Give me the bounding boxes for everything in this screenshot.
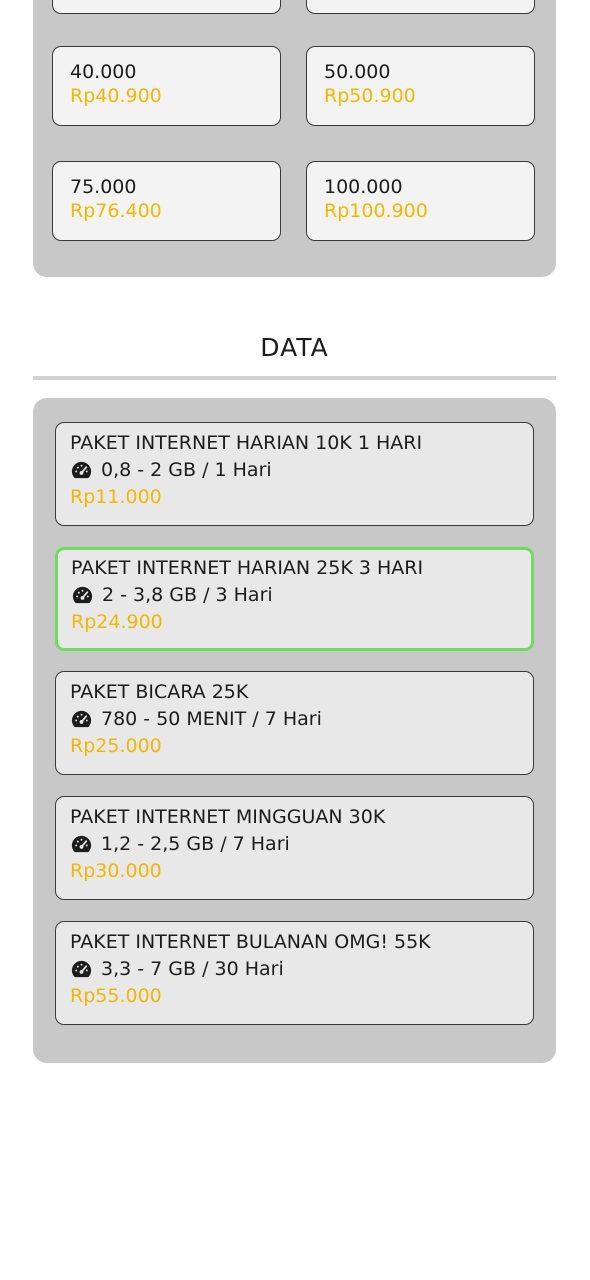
package-quota: 3,3 - 7 GB / 30 Hari bbox=[101, 958, 284, 980]
pulsa-nominal: 100.000 bbox=[324, 176, 403, 198]
pulsa-nominal: 75.000 bbox=[70, 176, 137, 198]
package-card[interactable]: PAKET INTERNET BULANAN OMG! 55K 3,3 - 7 … bbox=[55, 921, 534, 1025]
speedometer-icon bbox=[71, 835, 92, 853]
package-price: Rp55.000 bbox=[70, 985, 162, 1007]
speedometer-icon bbox=[72, 586, 93, 604]
pulsa-price: Rp76.400 bbox=[70, 200, 162, 222]
pulsa-nominal: 40.000 bbox=[70, 61, 137, 83]
pulsa-price: Rp50.900 bbox=[324, 85, 416, 107]
package-price: Rp30.000 bbox=[70, 860, 162, 882]
package-name: PAKET INTERNET HARIAN 25K 3 HARI bbox=[71, 557, 424, 579]
package-quota: 2 - 3,8 GB / 3 Hari bbox=[102, 584, 273, 606]
package-price: Rp24.900 bbox=[71, 611, 163, 633]
pulsa-card-partial-left[interactable] bbox=[52, 0, 281, 14]
pulsa-card[interactable]: 50.000 Rp50.900 bbox=[306, 46, 535, 126]
pulsa-card-partial-right[interactable] bbox=[306, 0, 535, 14]
package-quota-row: 0,8 - 2 GB / 1 Hari bbox=[70, 457, 533, 484]
pulsa-price: Rp100.900 bbox=[324, 200, 428, 222]
package-card[interactable]: PAKET BICARA 25K 780 - 50 MENIT / 7 Hari… bbox=[55, 671, 534, 775]
pulsa-price: Rp40.900 bbox=[70, 85, 162, 107]
package-name: PAKET INTERNET HARIAN 10K 1 HARI bbox=[70, 432, 423, 454]
package-price: Rp25.000 bbox=[70, 735, 162, 757]
package-price: Rp11.000 bbox=[70, 486, 162, 508]
speedometer-icon bbox=[71, 461, 92, 479]
speedometer-icon bbox=[71, 710, 92, 728]
package-quota: 780 - 50 MENIT / 7 Hari bbox=[101, 708, 322, 730]
package-card[interactable]: PAKET INTERNET HARIAN 10K 1 HARI 0,8 - 2… bbox=[55, 422, 534, 526]
pulsa-card[interactable]: 100.000 Rp100.900 bbox=[306, 161, 535, 241]
pulsa-card[interactable]: 75.000 Rp76.400 bbox=[52, 161, 281, 241]
package-quota: 1,2 - 2,5 GB / 7 Hari bbox=[101, 833, 290, 855]
pulsa-panel: 40.000 Rp40.900 50.000 Rp50.900 75.000 R… bbox=[33, 0, 556, 277]
pulsa-nominal: 50.000 bbox=[324, 61, 391, 83]
section-divider bbox=[33, 376, 556, 380]
package-quota-row: 3,3 - 7 GB / 30 Hari bbox=[70, 956, 533, 983]
package-quota-row: 2 - 3,8 GB / 3 Hari bbox=[71, 582, 531, 609]
pulsa-card[interactable]: 40.000 Rp40.900 bbox=[52, 46, 281, 126]
data-packages-panel: PAKET INTERNET HARIAN 10K 1 HARI 0,8 - 2… bbox=[33, 398, 556, 1063]
package-quota-row: 780 - 50 MENIT / 7 Hari bbox=[70, 706, 533, 733]
data-section-title: DATA bbox=[260, 333, 329, 362]
package-card[interactable]: PAKET INTERNET MINGGUAN 30K 1,2 - 2,5 GB… bbox=[55, 796, 534, 900]
package-card-selected[interactable]: PAKET INTERNET HARIAN 25K 3 HARI 2 - 3,8… bbox=[55, 547, 534, 651]
package-quota: 0,8 - 2 GB / 1 Hari bbox=[101, 459, 272, 481]
package-name: PAKET BICARA 25K bbox=[70, 681, 249, 703]
speedometer-icon bbox=[71, 960, 92, 978]
package-quota-row: 1,2 - 2,5 GB / 7 Hari bbox=[70, 831, 533, 858]
package-name: PAKET INTERNET BULANAN OMG! 55K bbox=[70, 931, 431, 953]
package-name: PAKET INTERNET MINGGUAN 30K bbox=[70, 806, 386, 828]
